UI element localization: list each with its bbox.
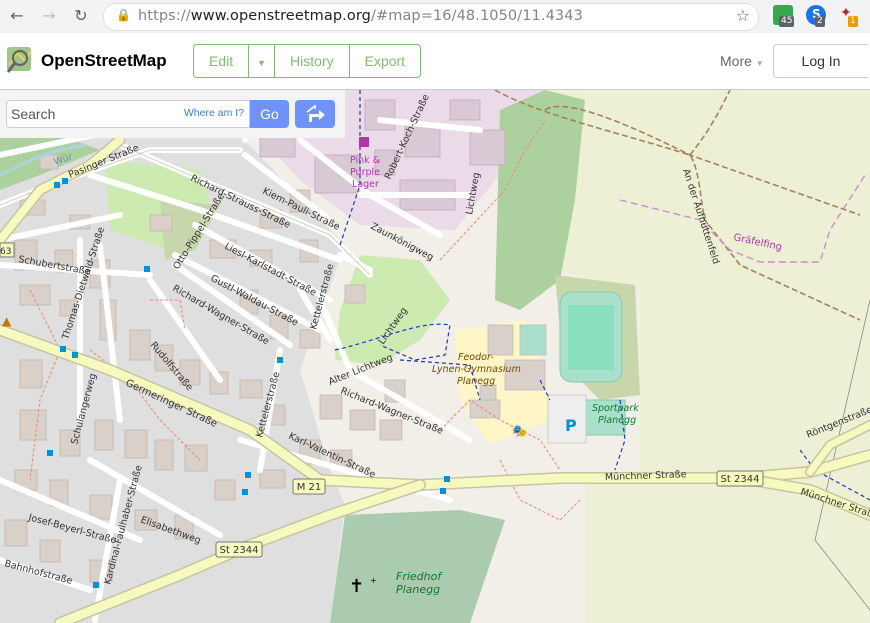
edit-dropdown-button[interactable]: ▼	[249, 45, 276, 77]
osm-logo-icon[interactable]	[5, 45, 35, 75]
cross-icon[interactable]: ✝	[349, 576, 364, 597]
skype-extension-icon[interactable]: S 2	[806, 5, 826, 27]
brand-name[interactable]: OpenStreetMap	[41, 51, 167, 71]
directions-icon	[306, 104, 325, 122]
poi-label: Sportpark	[592, 403, 639, 414]
parking-icon[interactable]: P	[565, 416, 577, 435]
poi-label: Purple	[350, 167, 380, 178]
green-extension-icon[interactable]: 45	[773, 5, 795, 27]
road-ref-63: 63	[0, 247, 11, 257]
edit-button[interactable]: Edit	[194, 45, 250, 77]
more-menu[interactable]: More ▼	[720, 53, 764, 69]
poi-label: Lynen-Gymnasium	[432, 364, 521, 375]
satellite-extension-icon[interactable]: ✦ 1	[838, 5, 858, 27]
poi-label: Feodor-	[458, 352, 494, 363]
url-scheme: https://	[138, 8, 191, 24]
poi-label: Friedhof	[396, 570, 443, 583]
osm-header: OpenStreetMap Edit ▼ History Export More…	[0, 33, 870, 90]
login-button[interactable]: Log In	[773, 44, 868, 78]
back-arrow-icon[interactable]: ←	[8, 7, 26, 25]
road-ref-st2344: St 2344	[220, 545, 259, 556]
poi-label: Planegg	[457, 376, 495, 387]
theatre-icon[interactable]: 🎭	[512, 424, 527, 438]
search-input[interactable]: Search Where am I?	[6, 100, 250, 128]
road-ref-st2344: St 2344	[721, 474, 760, 485]
caret-down-icon: ▼	[755, 59, 764, 68]
where-am-i-link[interactable]: Where am I?	[184, 107, 244, 119]
search-placeholder: Search	[11, 106, 56, 122]
url-host: www.openstreetmap.org	[190, 8, 371, 24]
road-ref-m21: M 21	[297, 482, 322, 493]
cross-icon: +	[370, 576, 377, 585]
address-bar[interactable]: 🔒 https://www.openstreetmap.org/#map=16/…	[103, 3, 759, 31]
caret-down-icon: ▼	[257, 58, 267, 68]
url-path: /#map=16/48.1050/11.4343	[370, 8, 583, 24]
poi-label: Planegg	[396, 583, 440, 596]
poi-label: Pink &	[350, 155, 381, 166]
go-button[interactable]: Go	[250, 100, 289, 128]
browser-toolbar: ← → ↻ 🔒 https://www.openstreetmap.org/#m…	[0, 0, 870, 34]
search-panel: Search Where am I? Go	[0, 90, 345, 138]
extension-badge: 1	[848, 16, 858, 27]
extension-badge: 2	[815, 16, 825, 27]
shop-icon[interactable]	[359, 137, 369, 147]
forward-arrow-icon[interactable]: →	[40, 7, 58, 25]
bookmark-star-icon[interactable]: ☆	[736, 6, 750, 25]
extension-badge: 45	[779, 16, 795, 27]
url-text[interactable]: https://www.openstreetmap.org/#map=16/48…	[138, 8, 583, 24]
poi-label: Lager	[352, 179, 379, 190]
history-button[interactable]: History	[275, 45, 350, 77]
fire-station-icon[interactable]: ▲	[2, 314, 12, 328]
more-label: More	[720, 53, 752, 69]
poi-label: Planegg	[598, 415, 636, 426]
map-canvas[interactable]: M 21 St 2344 St 2344 63 🎭 P ✝ + ▲ Pink &…	[0, 90, 870, 623]
edit-button-group: Edit ▼ History Export	[193, 44, 422, 78]
directions-button[interactable]	[295, 100, 335, 128]
reload-icon[interactable]: ↻	[72, 7, 90, 25]
lock-icon: 🔒	[116, 8, 131, 22]
export-button[interactable]: Export	[350, 45, 420, 77]
